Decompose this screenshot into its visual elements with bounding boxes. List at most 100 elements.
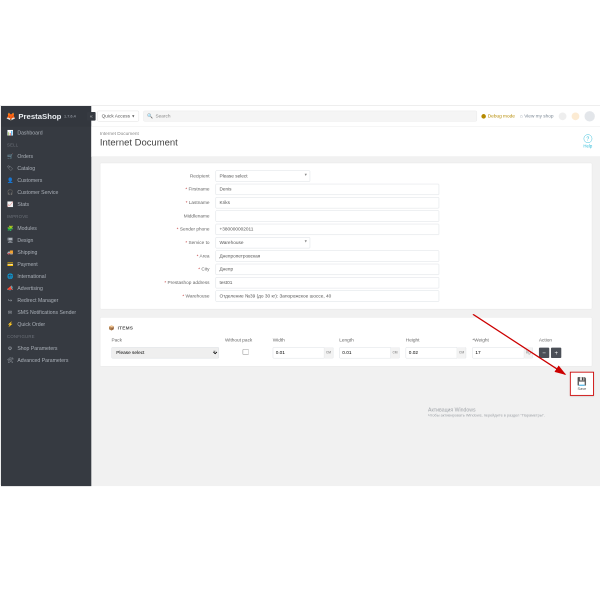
lastname-input[interactable] (216, 197, 440, 208)
sidebar-item-customers[interactable]: 👤Customers (1, 174, 91, 186)
service-to-select[interactable]: Warehouse (216, 237, 311, 248)
length-input[interactable] (339, 347, 391, 358)
sidebar-label: Shipping (17, 249, 37, 255)
globe-icon: 🌐 (7, 273, 13, 279)
quick-access-label: Quick Access (102, 114, 130, 119)
help-label: Help (583, 144, 592, 149)
sidebar-item-international[interactable]: 🌐International (1, 270, 91, 282)
search-icon: 🔍 (147, 113, 153, 119)
search-input[interactable]: 🔍Search (143, 111, 477, 122)
save-label: Save (578, 387, 587, 391)
puzzle-icon: 🧩 (7, 225, 13, 231)
chart-icon: 📈 (7, 201, 13, 207)
sidebar-label: Redirect Manager (17, 297, 58, 303)
sidebar-label: Dashboard (17, 130, 42, 136)
city-label: City (108, 267, 216, 272)
sidebar-item-modules[interactable]: 🧩 Modules (1, 222, 91, 234)
avatar[interactable] (585, 111, 595, 121)
sms-icon: ✉ (7, 309, 13, 315)
col-width: Width (270, 336, 336, 345)
city-input[interactable] (216, 264, 440, 275)
unit-kg: kg (524, 347, 532, 358)
table-header: Pack Without pack Width Length Height *W… (109, 336, 583, 345)
page-header: Internet Document Internet Document ? He… (91, 127, 600, 157)
save-button[interactable]: 💾 Save (570, 372, 594, 396)
user-icon: 👤 (7, 177, 13, 183)
height-input[interactable] (406, 347, 458, 358)
unit-cm: см (324, 347, 333, 358)
help-icon: ? (584, 134, 593, 143)
debug-mode[interactable]: ⬤ Debug mode (481, 113, 515, 119)
sidebar-item-quick-order[interactable]: ⚡Quick Order (1, 318, 91, 330)
card-icon: 💳 (7, 261, 13, 267)
items-title: 📦ITEMS (108, 323, 584, 335)
unit-cm: см (391, 347, 400, 358)
sidebar-label: Stats (17, 201, 29, 207)
document-form-panel: RecipientPlease select Firstname Lastnam… (100, 163, 592, 310)
sidebar-item-orders[interactable]: 🛒Orders (1, 150, 91, 162)
remove-item-button[interactable]: − (539, 348, 549, 358)
weight-input[interactable] (472, 347, 524, 358)
add-item-button[interactable]: + (551, 348, 561, 358)
middlename-input[interactable] (216, 210, 440, 221)
version-text: 1.7.6.4 (64, 114, 76, 118)
warehouse-input[interactable] (216, 290, 440, 301)
items-panel: 📦ITEMS Pack Without pack Width Length He… (100, 317, 592, 366)
sidebar-item-shipping[interactable]: 🚚Shipping (1, 246, 91, 258)
gear-icon: ⚙ (7, 345, 13, 351)
sidebar-item-advertising[interactable]: 📣 Advertising (1, 282, 91, 294)
sidebar-item-customer-service[interactable]: 🎧 Customer Service (1, 186, 91, 198)
sidebar-item-sms[interactable]: ✉ SMS Notifications Sender (1, 306, 91, 318)
warehouse-label: Warehouse (108, 293, 216, 298)
prestashop-address-label: Prestashop address (108, 280, 216, 285)
trophy-icon[interactable] (572, 112, 580, 120)
sidebar-item-dashboard[interactable]: 📊 Dashboard (1, 127, 91, 139)
lastname-label: Lastname (108, 200, 216, 205)
sidebar-label: Catalog (17, 165, 35, 171)
sidebar-label: Orders (17, 153, 33, 159)
recipient-select[interactable]: Please select (216, 171, 311, 182)
sidebar-item-stats[interactable]: 📈 Stats (1, 198, 91, 210)
megaphone-icon: 📣 (7, 285, 13, 291)
sidebar-label: SMS Notifications Sender (17, 309, 76, 315)
sidebar-collapse[interactable]: « (87, 112, 96, 121)
pack-select[interactable]: Please select (112, 347, 219, 358)
without-pack-checkbox[interactable] (243, 349, 249, 355)
width-input[interactable] (273, 347, 325, 358)
page-title: Internet Document (100, 137, 592, 148)
arrows-icon: ↪ (7, 297, 13, 303)
view-shop-link[interactable]: ⌂ View my shop (520, 114, 554, 119)
view-shop-label: View my shop (524, 114, 553, 119)
prestashop-address-input[interactable] (216, 277, 440, 288)
help-button[interactable]: ? Help (583, 134, 592, 148)
sidebar-label: Advertising (17, 285, 43, 291)
sidebar-label: Payment (17, 261, 37, 267)
sidebar-label: Shop Parameters (17, 345, 57, 351)
firstname-input[interactable] (216, 184, 440, 195)
col-pack: Pack (109, 336, 222, 345)
col-action: Action (536, 336, 583, 345)
sidebar-item-payment[interactable]: 💳 Payment (1, 258, 91, 270)
col-without-pack: Without pack (222, 336, 269, 345)
sidebar-item-redirect[interactable]: ↪ Redirect Manager (1, 294, 91, 306)
sidebar-label: Advanced Parameters (17, 357, 68, 363)
sidebar-label: Modules (17, 225, 37, 231)
notifications-icon[interactable] (559, 112, 567, 120)
sidebar-label: Design (17, 237, 33, 243)
sidebar-item-shop-parameters[interactable]: ⚙ Shop Parameters (1, 342, 91, 354)
sidebar-item-catalog[interactable]: 🏷Catalog (1, 162, 91, 174)
quick-access-dropdown[interactable]: Quick Access▾ (97, 111, 139, 122)
table-row: Please select см см см kg − + (109, 346, 583, 361)
dashboard-icon: 📊 (7, 130, 13, 136)
sidebar-label: Customer Service (17, 189, 58, 195)
col-length: Length (337, 336, 403, 345)
area-input[interactable] (216, 250, 440, 261)
main-content: RecipientPlease select Firstname Lastnam… (91, 157, 600, 486)
save-icon: 💾 (577, 377, 587, 386)
sidebar-item-design[interactable]: 🖥Design (1, 234, 91, 246)
headset-icon: 🎧 (7, 189, 13, 195)
sender-phone-input[interactable] (216, 224, 440, 235)
sidebar-item-advanced-parameters[interactable]: 🛠Advanced Parameters (1, 354, 91, 366)
topbar: Quick Access▾ 🔍Search ⬤ Debug mode ⌂ Vie… (91, 106, 600, 127)
sidebar-label: Quick Order (17, 321, 45, 327)
